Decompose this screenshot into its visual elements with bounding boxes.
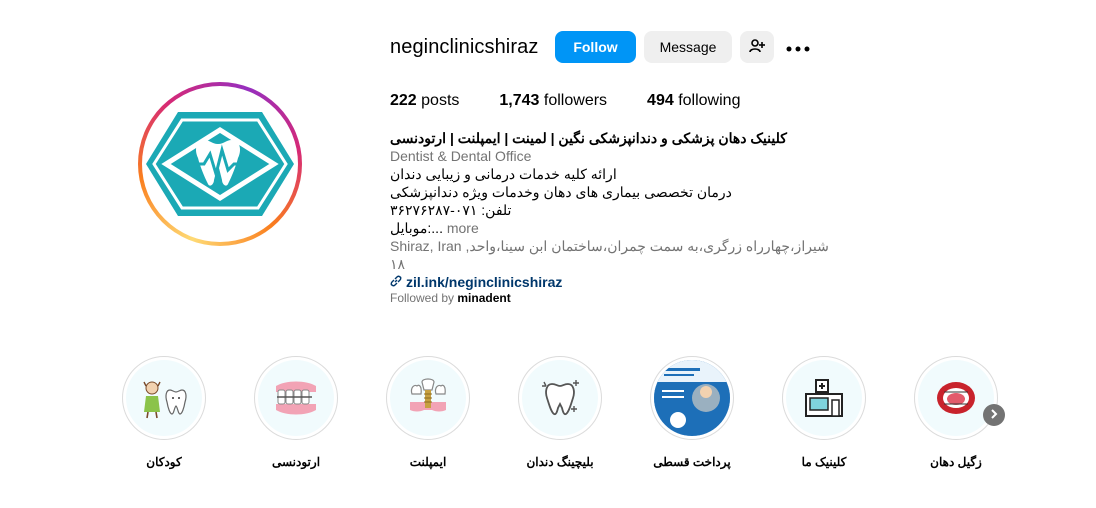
highlight-ring (254, 356, 338, 440)
highlight-label: کودکان (146, 455, 182, 469)
message-button[interactable]: Message (644, 31, 732, 63)
link-icon (390, 273, 402, 291)
mouth-icon (918, 360, 994, 436)
more-options-button[interactable] (784, 31, 812, 63)
highlight-item[interactable]: کلینیک ما (782, 356, 866, 469)
posts-stat: 222 posts (390, 92, 459, 110)
clinic-building-icon (786, 360, 862, 436)
clinic-logo-icon[interactable] (146, 90, 294, 238)
chevron-right-icon (989, 406, 999, 424)
highlight-label: ایمپلنت (409, 455, 447, 469)
bio-line-with-more: موبایل:... more (390, 219, 830, 237)
bio-line: موبایل:... (390, 220, 443, 236)
profile-stats: 222 posts 1,743 followers 494 following (390, 92, 780, 110)
bio-title: کلینیک دهان پزشکی و دندانپزشکی نگین | لم… (390, 130, 787, 146)
followers-stat[interactable]: 1,743 followers (499, 92, 607, 110)
bio-line: درمان تخصصی بیماری های دهان وخدمات ویژه … (390, 184, 732, 200)
more-link[interactable]: more (447, 220, 479, 236)
highlight-label: زگیل دهان (930, 455, 982, 469)
highlight-ring (914, 356, 998, 440)
highlight-item[interactable]: بلیچینگ دندان (518, 356, 602, 469)
followers-label: followers (543, 92, 608, 109)
installment-photo (654, 360, 730, 436)
highlight-ring (122, 356, 206, 440)
avatar-inner (142, 86, 298, 242)
highlight-label: پرداخت قسطی (653, 455, 731, 469)
bio-category: Dentist & Dental Office (390, 148, 532, 164)
tooth-whitening-icon (522, 360, 598, 436)
follow-button[interactable]: Follow (555, 31, 636, 63)
profile-username: neginclinicshiraz (390, 36, 539, 58)
kids-tooth-icon (126, 360, 202, 436)
implant-icon (390, 360, 466, 436)
profile-bio: کلینیک دهان پزشکی و دندانپزشکی نگین | لم… (390, 129, 830, 291)
more-options-icon (786, 39, 810, 55)
bio-line: ارائه کلیه خدمات درمانی و زیبایی دندان (390, 166, 617, 182)
following-stat[interactable]: 494 following (647, 92, 740, 110)
highlight-item[interactable]: پرداخت قسطی (650, 356, 734, 469)
bio-line: تلفن: ۰۷۱-۳۶۲۷۶۲۸۷ (390, 202, 512, 218)
highlights-next-button[interactable] (983, 404, 1005, 426)
highlight-label: کلینیک ما (801, 455, 847, 469)
highlight-item[interactable]: ایمپلنت (386, 356, 470, 469)
highlight-ring (518, 356, 602, 440)
posts-count: 222 (390, 92, 417, 109)
highlight-label: ارتودنسی (271, 455, 321, 469)
highlight-ring (386, 356, 470, 440)
highlight-ring (782, 356, 866, 440)
profile-avatar-ring[interactable] (138, 82, 302, 246)
highlight-label: بلیچینگ دندان (526, 455, 594, 469)
bio-location[interactable]: Shiraz, Iran ,شیراز،چهارراه زرگری،به سمت… (390, 237, 830, 273)
followed-by[interactable]: Followed by minadent (390, 291, 511, 305)
suggest-users-button[interactable] (740, 31, 774, 63)
followed-by-user[interactable]: minadent (457, 291, 510, 305)
website-link-text[interactable]: zil.ink/neginclinicshiraz (406, 273, 562, 291)
highlight-item[interactable]: ارتودنسی (254, 356, 338, 469)
braces-icon (258, 360, 334, 436)
posts-label: posts (421, 92, 460, 109)
add-user-icon (749, 38, 765, 57)
following-label: following (678, 92, 741, 109)
followers-count: 1,743 (499, 92, 540, 109)
following-count: 494 (647, 92, 674, 109)
followed-by-prefix: Followed by (390, 291, 455, 305)
highlight-item[interactable]: کودکان (122, 356, 206, 469)
bio-website[interactable]: zil.ink/neginclinicshiraz (390, 273, 830, 291)
highlight-ring (650, 356, 734, 440)
